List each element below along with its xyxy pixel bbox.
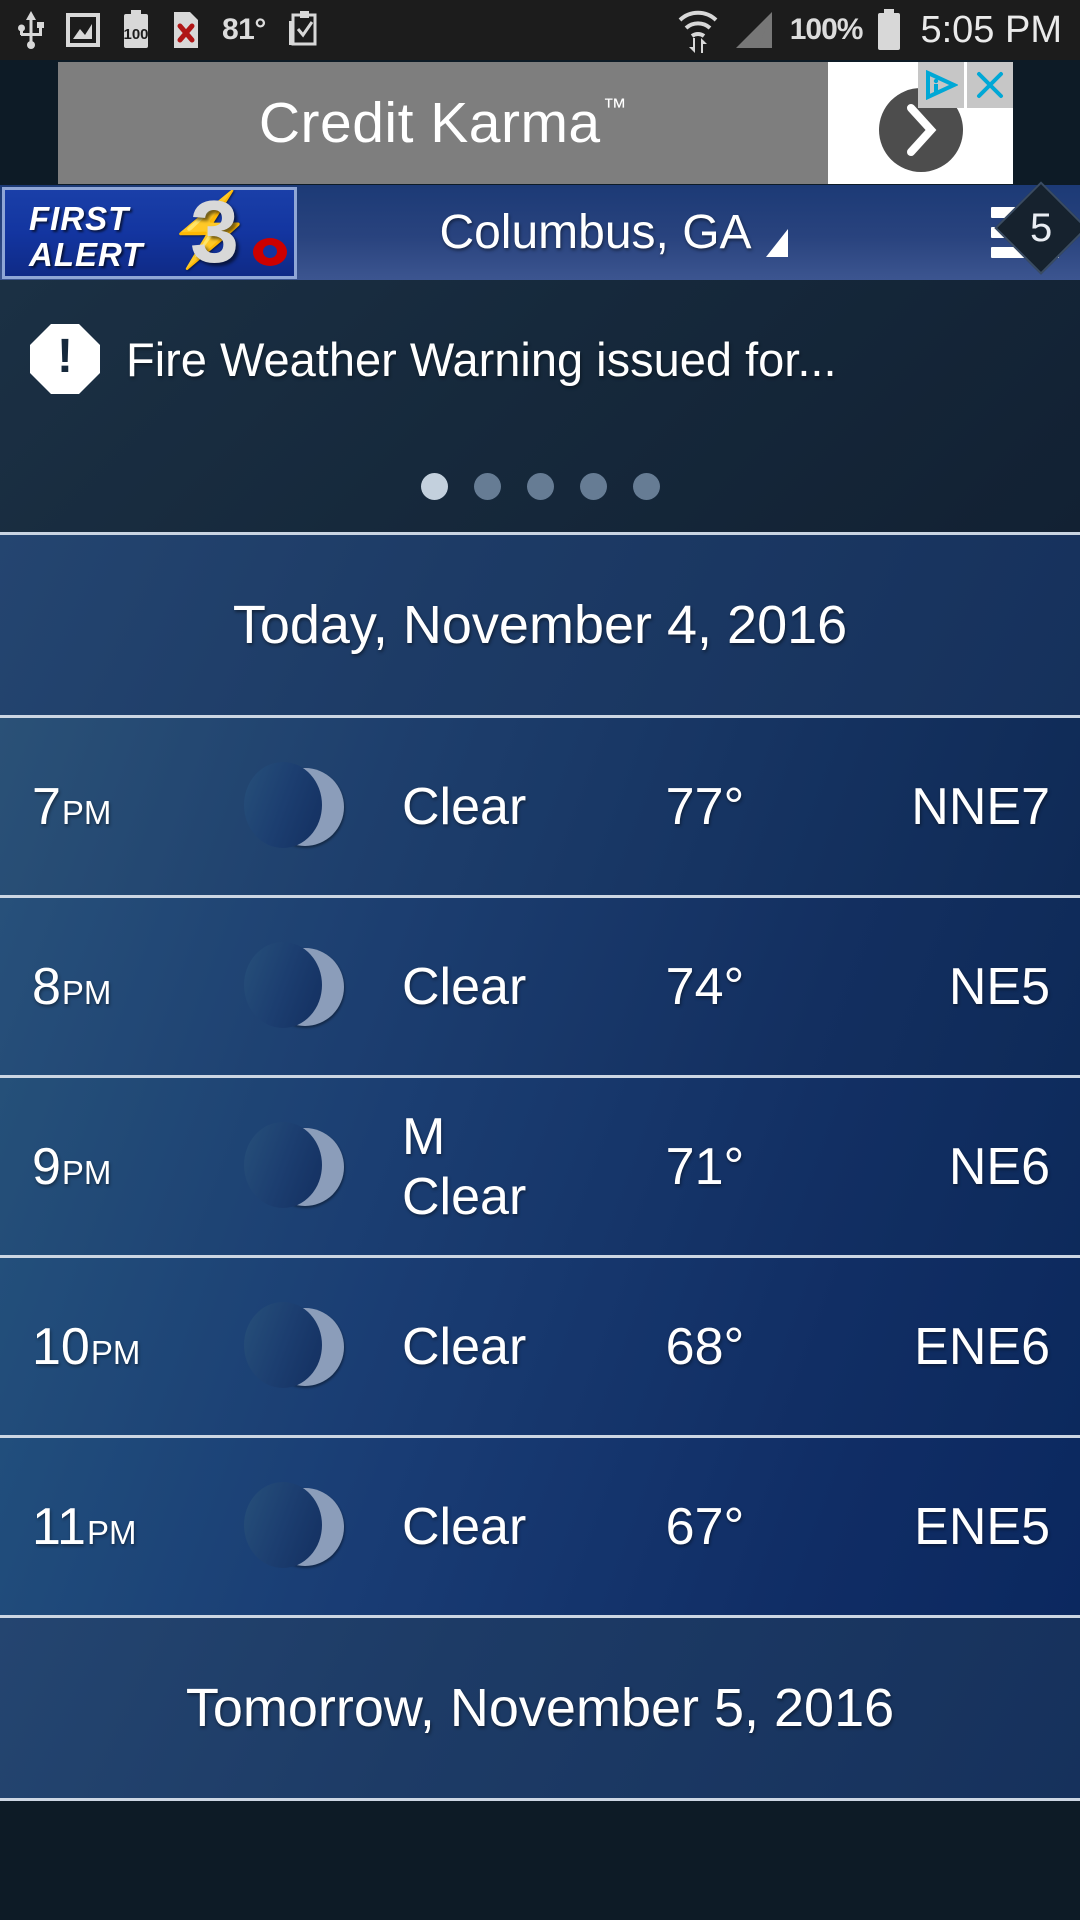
status-bar-right-icons: 100% 5:05 PM xyxy=(676,7,1062,53)
hour-condition-icon-cell xyxy=(244,1481,360,1568)
hour-time: 8 PM xyxy=(0,957,250,1017)
hour-temperature: 68° xyxy=(665,1317,745,1376)
day-header-today: Today, November 4, 2016 xyxy=(0,535,1080,718)
hour-time: 7 PM xyxy=(0,777,250,837)
sim-error-icon xyxy=(172,10,200,50)
carousel-dot-4[interactable] xyxy=(579,473,607,500)
alert-message: Fire Weather Warning issued for... xyxy=(126,332,837,386)
alert-banner[interactable]: ! Fire Weather Warning issued for... xyxy=(0,280,1080,394)
first-alert-3-logo[interactable]: FIRST ALERT ⚡ 3 xyxy=(2,186,297,279)
hour-value: 10 xyxy=(32,1317,90,1376)
moon-icon xyxy=(244,1481,344,1568)
app-header: FIRST ALERT ⚡ 3 Columbus, GA 5 xyxy=(0,181,1080,280)
day-header-today-label: Today, November 4, 2016 xyxy=(232,595,848,655)
day-header-tomorrow: Tomorrow, November 5, 2016 xyxy=(0,1618,1080,1801)
logo-alert-text: ALERT xyxy=(29,235,144,273)
status-bar-left-icons: 100 81° xyxy=(18,10,676,50)
warning-octagon-icon: ! xyxy=(30,324,100,394)
logo-channel-number: 3 xyxy=(190,186,239,279)
battery-100-icon: 100 xyxy=(122,10,150,50)
hour-condition: Clear xyxy=(402,1497,527,1556)
battery-percent-label: 100% xyxy=(789,13,864,46)
moon-icon xyxy=(244,1301,344,1388)
carousel-dot-2[interactable] xyxy=(473,473,501,500)
hour-condition-icon-cell xyxy=(244,1121,360,1208)
status-bar-clock: 5:05 PM xyxy=(920,8,1062,51)
location-label: Columbus, GA xyxy=(439,206,752,259)
carousel-dot-5[interactable] xyxy=(632,473,660,500)
hour-condition: Clear xyxy=(402,777,527,836)
hour-time: 10 PM xyxy=(0,1317,250,1377)
hour-value: 8 xyxy=(32,957,61,1016)
hour-temperature: 71° xyxy=(665,1137,745,1196)
carousel-indicators[interactable] xyxy=(0,473,1080,500)
menu-badge-count: 5 xyxy=(1029,206,1053,250)
ad-brand-text: Credit Karma ™ xyxy=(259,90,627,156)
hour-value: 7 xyxy=(32,777,61,836)
hour-ampm: PM xyxy=(61,1153,112,1191)
carousel-dot-1[interactable] xyxy=(420,473,448,500)
ad-badges xyxy=(918,61,1013,108)
hour-temperature: 74° xyxy=(665,957,745,1016)
ad-brand-label: Credit Karma xyxy=(258,90,601,155)
hour-ampm: PM xyxy=(61,973,112,1011)
usb-icon xyxy=(18,11,44,49)
hourly-row[interactable]: 11 PM Clear 67° ENE5 xyxy=(0,1438,1080,1618)
dropdown-caret-icon xyxy=(765,228,788,257)
hour-time: 9 PM xyxy=(0,1137,250,1197)
hour-condition: Clear xyxy=(402,1317,527,1376)
ad-trademark-symbol: ™ xyxy=(602,93,628,121)
hour-wind: NE6 xyxy=(948,1137,1050,1196)
clipboard-check-icon xyxy=(288,11,318,49)
moon-icon xyxy=(244,1121,344,1208)
ad-cta-panel[interactable] xyxy=(828,61,1013,184)
hour-condition: Clear xyxy=(402,957,527,1016)
hour-ampm: PM xyxy=(90,1333,141,1371)
hour-ampm: PM xyxy=(86,1513,137,1551)
hour-condition: M Clear xyxy=(402,1107,527,1226)
hour-value: 11 xyxy=(32,1497,86,1556)
hamburger-menu-button[interactable]: 5 xyxy=(970,181,1080,280)
hour-wind: NE5 xyxy=(948,957,1050,1016)
hour-wind: ENE6 xyxy=(914,1317,1050,1376)
battery-icon xyxy=(876,9,902,51)
hour-wind: ENE5 xyxy=(914,1497,1050,1556)
hourly-row[interactable]: 7 PM Clear 77° NNE7 xyxy=(0,718,1080,898)
hour-wind: NNE7 xyxy=(911,777,1050,836)
ad-close-button[interactable] xyxy=(967,61,1013,108)
hour-ampm: PM xyxy=(61,793,112,831)
hour-temperature: 77° xyxy=(665,777,745,836)
day-header-tomorrow-label: Tomorrow, November 5, 2016 xyxy=(185,1678,895,1738)
signal-icon xyxy=(734,10,776,50)
android-status-bar: 100 81° 100% 5:05 PM xyxy=(0,0,1080,60)
ad-content[interactable]: Credit Karma ™ xyxy=(58,61,828,184)
hour-condition-icon-cell xyxy=(244,761,360,848)
wifi-icon xyxy=(676,7,720,53)
moon-icon xyxy=(244,941,344,1028)
svg-text:100: 100 xyxy=(123,26,148,43)
menu-alert-badge: 5 xyxy=(994,181,1080,275)
carousel-dot-3[interactable] xyxy=(526,473,554,500)
advertisement-banner[interactable]: Credit Karma ™ xyxy=(0,60,1080,185)
adchoices-icon[interactable] xyxy=(918,61,964,108)
hourly-row[interactable]: 8 PM Clear 74° NE5 xyxy=(0,898,1080,1078)
logo-first-text: FIRST xyxy=(29,199,130,237)
hourly-row[interactable]: 10 PM Clear 68° ENE6 xyxy=(0,1258,1080,1438)
alert-carousel[interactable]: ! Fire Weather Warning issued for... xyxy=(0,280,1080,535)
hour-temperature: 67° xyxy=(665,1497,745,1556)
hour-condition-icon-cell xyxy=(244,941,360,1028)
hourly-row[interactable]: 9 PM M Clear 71° NE6 xyxy=(0,1078,1080,1258)
alert-exclamation: ! xyxy=(57,330,73,383)
status-bar-temperature: 81° xyxy=(222,13,266,46)
cbs-eye-icon xyxy=(253,237,287,266)
moon-icon xyxy=(244,761,344,848)
hour-time: 11 PM xyxy=(0,1497,250,1557)
hour-condition-icon-cell xyxy=(244,1301,360,1388)
chevron-right-icon xyxy=(906,103,936,156)
location-selector[interactable]: Columbus, GA xyxy=(257,205,970,260)
hour-value: 9 xyxy=(32,1137,61,1196)
screenshot-icon xyxy=(66,11,100,49)
